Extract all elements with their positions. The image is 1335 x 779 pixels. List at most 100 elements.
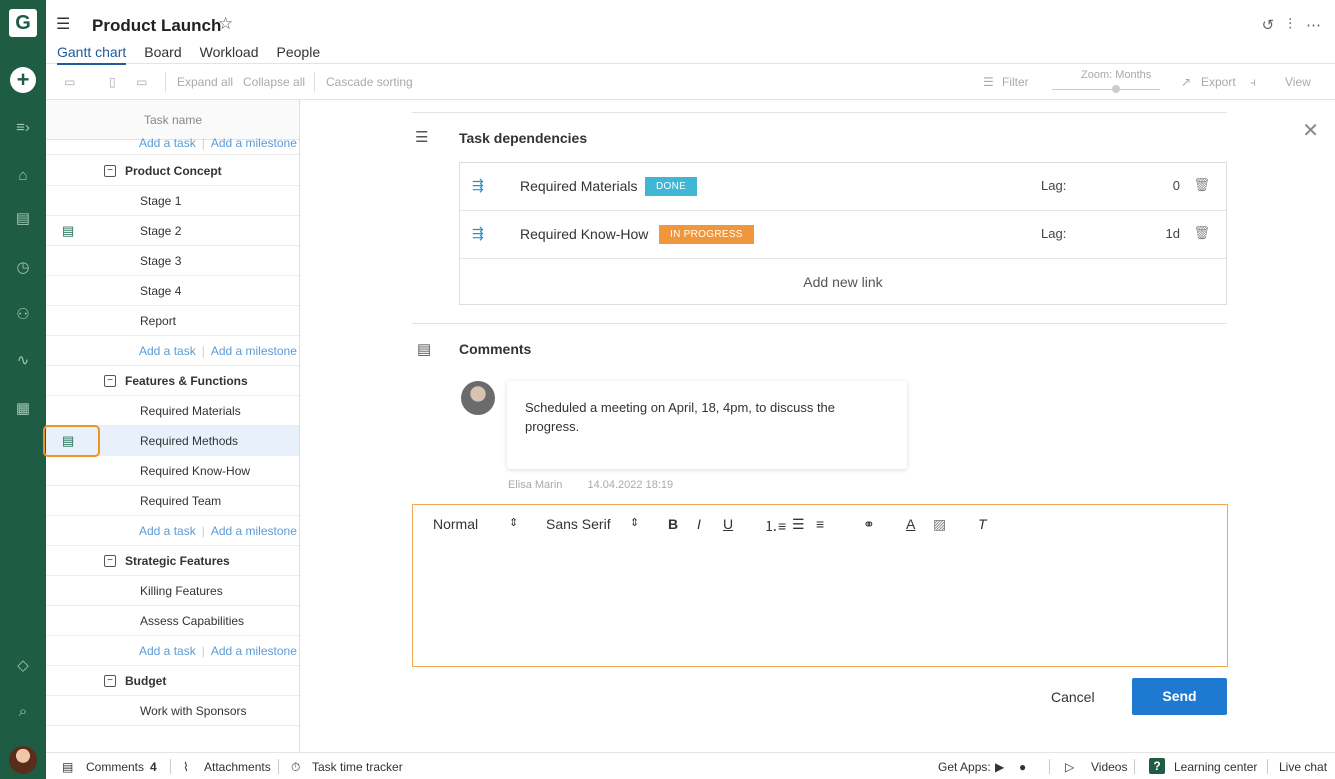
task-row[interactable]: Required Team — [46, 486, 299, 516]
settings-sliders-icon[interactable]: ⫶ — [1288, 16, 1292, 34]
timer-icon[interactable]: ⏱ — [291, 760, 300, 775]
task-row[interactable]: Killing Features — [46, 576, 299, 606]
app-logo[interactable]: G — [9, 9, 37, 37]
task-row[interactable]: Required Know-How — [46, 456, 299, 486]
add-task-link[interactable]: Add a task — [139, 136, 196, 150]
comment-editor[interactable]: Normal ⇕ Sans Serif ⇕ B I U ⒈≡ ☰ ≡ ⚭ A ▨… — [412, 504, 1228, 667]
home-icon[interactable]: ⌂ — [11, 164, 35, 188]
task-row[interactable]: ▤ Stage 2 — [46, 216, 299, 246]
video-icon[interactable]: ▷ — [1065, 760, 1074, 774]
group-row[interactable]: − Product Concept — [46, 156, 299, 186]
lag-value[interactable]: 1d — [1166, 226, 1180, 241]
more-icon[interactable]: ⋯ — [1306, 16, 1321, 34]
task-row[interactable]: Required Materials — [46, 396, 299, 426]
tab-board[interactable]: Board — [144, 44, 181, 65]
delete-icon[interactable]: 🗑 — [1193, 177, 1210, 193]
link-icon[interactable]: ⚭ — [863, 516, 875, 533]
task-row[interactable]: Stage 3 — [46, 246, 299, 276]
comments-button[interactable]: Comments — [86, 760, 144, 774]
collapse-group-icon[interactable]: − — [104, 555, 116, 567]
collapse-group-icon[interactable]: − — [104, 375, 116, 387]
format-dropdown[interactable]: Normal — [433, 516, 478, 532]
attachments-button[interactable]: Attachments — [204, 760, 271, 774]
notifications-icon[interactable]: ◇ — [11, 654, 35, 678]
underline-button[interactable]: U — [723, 516, 733, 532]
close-icon[interactable]: ✕ — [1302, 118, 1319, 143]
live-chat-button[interactable]: Live chat — [1279, 760, 1327, 774]
font-dropdown-arrow-icon[interactable]: ⇕ — [630, 516, 639, 529]
help-icon[interactable]: ? — [1149, 758, 1165, 774]
columns-icon[interactable]: ⫞ — [1250, 75, 1256, 90]
collapse-group-icon[interactable]: − — [104, 675, 116, 687]
favorite-star-icon[interactable]: ☆ — [218, 14, 233, 34]
export-icon[interactable]: ↗ — [1181, 75, 1191, 89]
people-icon[interactable]: ⚇ — [11, 303, 35, 327]
lag-value[interactable]: 0 — [1173, 178, 1180, 193]
highlight-color-icon[interactable]: ▨ — [933, 516, 946, 533]
add-milestone-link[interactable]: Add a milestone — [211, 644, 297, 658]
task-row[interactable]: Stage 1 — [46, 186, 299, 216]
expand-all-button[interactable]: Expand all — [177, 75, 233, 89]
dependency-row[interactable]: ⇶ Required Know-How IN PROGRESS Lag: 1d … — [460, 211, 1226, 259]
add-milestone-link[interactable]: Add a milestone — [211, 524, 297, 538]
apps-grid-icon[interactable]: ▦ — [11, 397, 35, 421]
bold-button[interactable]: B — [668, 516, 678, 532]
collapse-all-button[interactable]: Collapse all — [243, 75, 305, 89]
group-row[interactable]: − Budget — [46, 666, 299, 696]
tab-people[interactable]: People — [277, 44, 321, 65]
italic-button[interactable]: I — [697, 516, 701, 532]
create-new-icon[interactable]: + — [10, 67, 36, 93]
font-color-button[interactable]: A — [906, 516, 915, 532]
ordered-list-icon[interactable]: ⒈≡ — [764, 516, 786, 536]
font-dropdown[interactable]: Sans Serif — [546, 516, 611, 532]
google-play-icon[interactable]: ▶ — [995, 760, 1004, 774]
add-milestone-link[interactable]: Add a milestone — [211, 136, 297, 150]
time-icon[interactable]: ◷ — [11, 256, 35, 280]
apple-icon[interactable]: ● — [1019, 760, 1026, 774]
indent-icon[interactable]: ▭ — [64, 75, 75, 89]
analytics-icon[interactable]: ∿ — [11, 349, 35, 373]
task-row[interactable]: Report — [46, 306, 299, 336]
export-button[interactable]: Export — [1201, 75, 1236, 89]
group-row[interactable]: − Features & Functions — [46, 366, 299, 396]
cascade-sorting-button[interactable]: Cascade sorting — [326, 75, 413, 89]
bullet-list-icon[interactable]: ☰ — [792, 516, 805, 533]
filter-button[interactable]: Filter — [1002, 75, 1029, 89]
search-icon[interactable]: ⌕ — [11, 700, 35, 724]
task-row[interactable]: Work with Sponsors — [46, 696, 299, 726]
task-row[interactable]: Stage 4 — [46, 276, 299, 306]
zoom-slider-handle[interactable] — [1112, 85, 1120, 93]
group-row[interactable]: − Strategic Features — [46, 546, 299, 576]
dependency-row[interactable]: ⇶ Required Materials DONE Lag: 0 🗑 — [460, 163, 1226, 211]
learning-center-button[interactable]: Learning center — [1174, 760, 1257, 774]
add-new-link-button[interactable]: Add new link — [460, 259, 1226, 305]
task-row[interactable]: Assess Capabilities — [46, 606, 299, 636]
add-milestone-link[interactable]: Add a milestone — [211, 344, 297, 358]
cancel-button[interactable]: Cancel — [1051, 689, 1095, 705]
expand-menu-icon[interactable]: ≡› — [11, 116, 35, 140]
send-button[interactable]: Send — [1132, 678, 1227, 715]
delete-icon[interactable]: 🗑 — [1193, 225, 1210, 241]
comment-icon[interactable]: ▤ — [62, 216, 74, 246]
task-row-partial[interactable] — [46, 726, 299, 752]
format-dropdown-arrow-icon[interactable]: ⇕ — [509, 516, 518, 529]
add-task-link[interactable]: Add a task — [139, 644, 196, 658]
align-icon[interactable]: ≡ — [816, 516, 824, 532]
add-task-link[interactable]: Add a task — [139, 344, 196, 358]
hierarchy-icon[interactable]: ▭ — [136, 75, 147, 89]
tab-workload[interactable]: Workload — [200, 44, 259, 65]
clear-format-icon[interactable]: T — [978, 516, 987, 532]
tab-gantt-chart[interactable]: Gantt chart — [57, 44, 127, 65]
zoom-slider[interactable] — [1052, 89, 1160, 90]
task-name-column-header[interactable]: Task name — [46, 100, 299, 140]
collapse-group-icon[interactable]: − — [104, 165, 116, 177]
add-task-link[interactable]: Add a task — [139, 524, 196, 538]
attachments-icon[interactable]: ⌇ — [183, 760, 189, 774]
filter-icon[interactable]: ☰ — [983, 75, 994, 89]
user-avatar[interactable] — [9, 746, 37, 774]
videos-button[interactable]: Videos — [1091, 760, 1127, 774]
comments-icon[interactable]: ▤ — [62, 760, 73, 774]
time-tracker-button[interactable]: Task time tracker — [312, 760, 403, 774]
projects-icon[interactable]: ▤ — [11, 207, 35, 231]
history-icon[interactable]: ↺ — [1262, 16, 1275, 34]
